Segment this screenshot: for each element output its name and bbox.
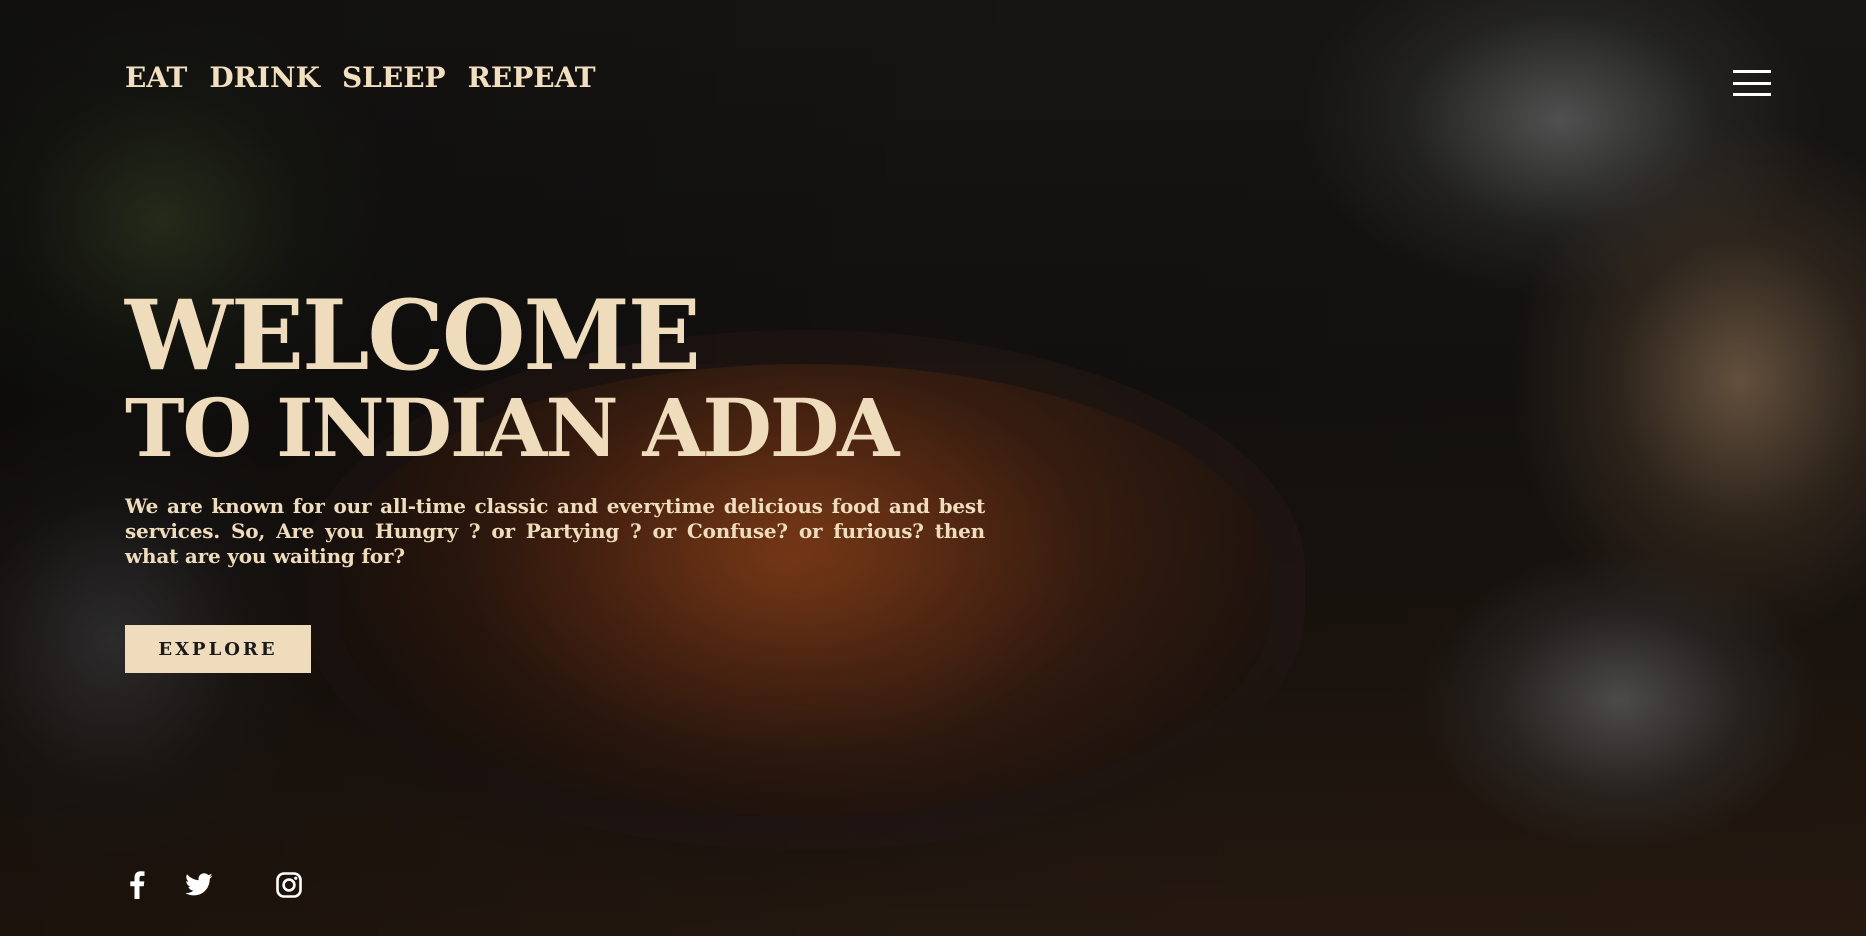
social-links [123,871,303,899]
hero-description: We are known for our all-time classic an… [125,494,985,568]
nav-item-sleep[interactable]: SLEEP [342,64,446,92]
top-nav: EAT DRINK SLEEP REPEAT [125,64,596,92]
facebook-icon[interactable] [123,871,151,899]
instagram-icon[interactable] [275,871,303,899]
hero-section: EAT DRINK SLEEP REPEAT WELCOME TO INDIAN… [0,0,1866,936]
hero-title: WELCOME [125,279,701,392]
menu-bar [1733,70,1771,73]
nav-item-drink[interactable]: DRINK [209,64,320,92]
hero-content: WELCOME TO INDIAN ADDA We are known for … [125,288,985,673]
hamburger-menu-icon[interactable] [1733,70,1771,96]
explore-button[interactable]: EXPLORE [125,625,311,673]
hero-subtitle: TO INDIAN ADDA [125,381,899,475]
nav-item-eat[interactable]: EAT [125,64,187,92]
menu-bar [1733,93,1771,96]
twitter-icon[interactable] [185,871,213,899]
menu-bar [1733,81,1771,85]
nav-item-repeat[interactable]: REPEAT [468,64,596,92]
